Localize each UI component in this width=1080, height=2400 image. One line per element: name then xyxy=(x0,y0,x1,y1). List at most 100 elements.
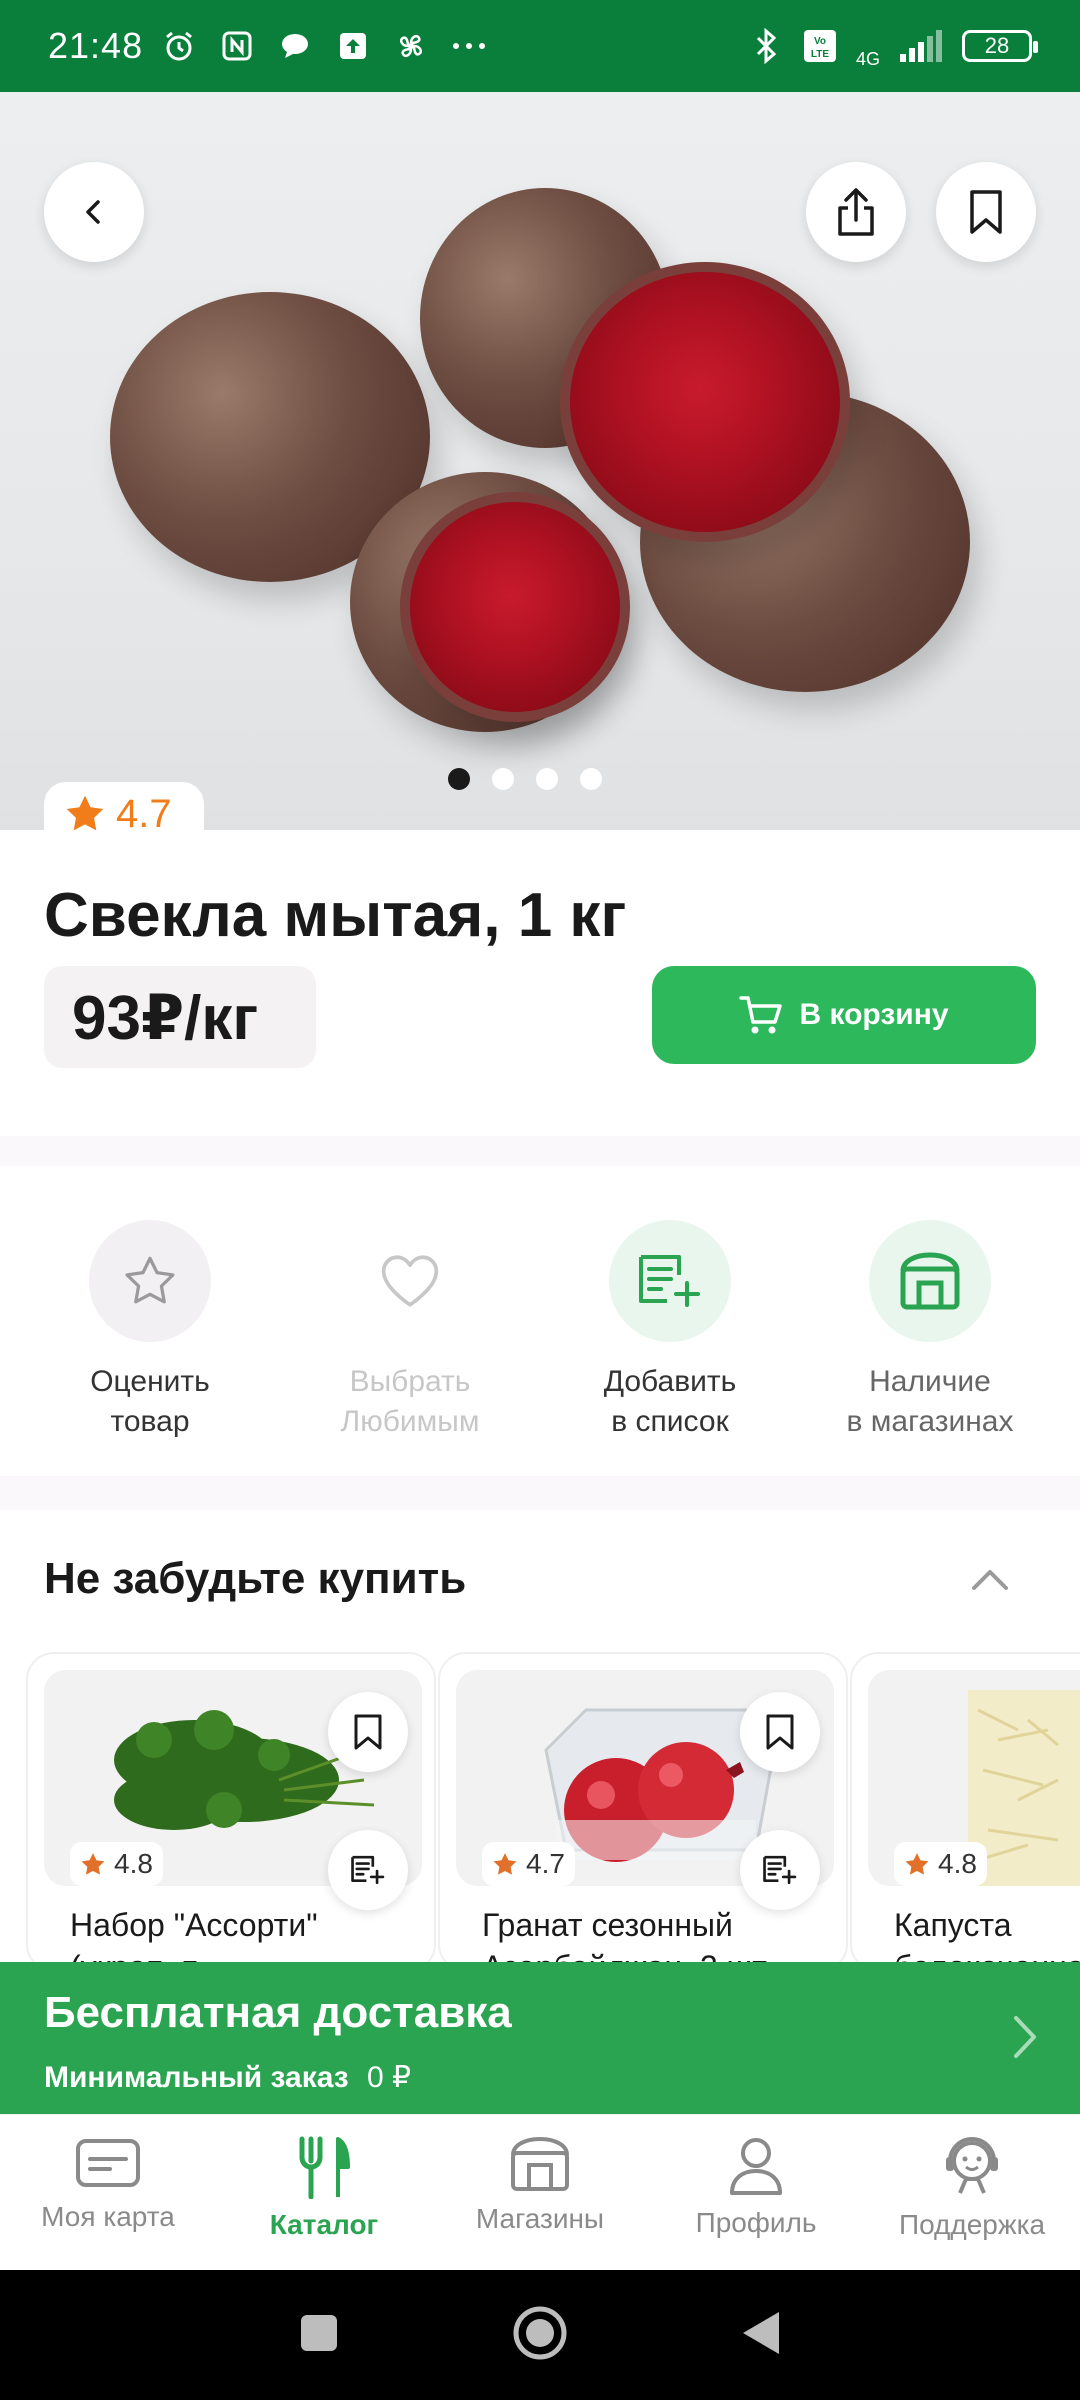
chevron-up-icon xyxy=(972,1570,1008,1590)
gallery-dot[interactable] xyxy=(492,768,514,790)
card-product-name: Гранат сезонный Азербайджан, 2 шт xyxy=(482,1907,767,1962)
store-icon xyxy=(869,1220,991,1342)
bookmark-icon xyxy=(766,1714,794,1750)
add-to-list-button[interactable] xyxy=(740,1830,820,1910)
fan-icon xyxy=(393,28,429,64)
product-price: 93₽/кг xyxy=(44,966,316,1068)
nfc-icon xyxy=(219,28,255,64)
nav-label: Каталог xyxy=(269,2209,379,2240)
list-add-icon xyxy=(763,1855,797,1885)
collapse-button[interactable] xyxy=(970,1566,1010,1597)
add-to-cart-label: В корзину xyxy=(799,998,949,1031)
star-filled-icon xyxy=(66,795,104,831)
card-rating-value: 4.8 xyxy=(938,1848,977,1879)
bookmark-icon xyxy=(970,190,1002,234)
back-button[interactable] xyxy=(44,162,144,262)
svg-text:Vo: Vo xyxy=(814,36,826,47)
triangle-back-icon xyxy=(743,2311,779,2354)
list-add-icon xyxy=(609,1220,731,1342)
chat-icon xyxy=(277,28,313,64)
card-rating: 4.8 xyxy=(70,1842,163,1886)
favorite-button[interactable]: Выбрать Любимым xyxy=(290,1200,530,1470)
support-icon xyxy=(946,2137,998,2194)
gallery-dot[interactable] xyxy=(580,768,602,790)
card-rating-value: 4.8 xyxy=(114,1848,153,1879)
nav-label: Поддержка xyxy=(898,2209,1046,2240)
list-add-icon xyxy=(351,1855,385,1885)
home-button[interactable] xyxy=(511,2304,569,2367)
profile-icon xyxy=(730,2138,782,2195)
card-product-name: Капуста белокочанная xyxy=(894,1907,1080,1962)
bookmark-button[interactable] xyxy=(936,162,1036,262)
back-system-button[interactable] xyxy=(739,2308,783,2363)
bookmark-icon xyxy=(354,1714,382,1750)
recents-button[interactable] xyxy=(297,2311,341,2360)
product-card[interactable]: 4.8 Набор "Ассорти" (укроп, п... xyxy=(26,1652,436,1962)
card-rating: 4.8 xyxy=(894,1842,987,1886)
product-card[interactable]: 4.8 Капуста белокочанная xyxy=(850,1652,1080,1962)
network-type: 4G xyxy=(855,48,880,69)
product-rating: 4.7 xyxy=(44,782,204,846)
more-notifications-icon xyxy=(451,28,487,64)
product-image-gallery[interactable] xyxy=(0,92,1080,830)
action-label: Наличие в магазинах xyxy=(846,1365,1014,1438)
star-filled-icon xyxy=(81,1852,105,1875)
share-icon xyxy=(838,188,874,236)
gallery-dot[interactable] xyxy=(448,768,470,790)
bottom-navigation: Моя карта Каталог Магазины Профиль Подде… xyxy=(0,2114,1080,2270)
bluetooth-icon xyxy=(748,28,784,64)
min-order-value: 0 ₽ xyxy=(367,2061,412,2094)
star-filled-icon xyxy=(493,1852,517,1875)
signal-icon xyxy=(898,28,944,64)
delivery-title: Бесплатная доставка xyxy=(44,1988,512,2037)
card-rating: 4.7 xyxy=(482,1842,575,1886)
product-card[interactable]: 4.7 Гранат сезонный Азербайджан, 2 шт xyxy=(438,1652,848,1962)
rating-value: 4.7 xyxy=(116,791,172,836)
divider xyxy=(0,1476,1080,1510)
gallery-dot[interactable] xyxy=(536,768,558,790)
product-title: Свекла мытая, 1 кг xyxy=(44,881,627,950)
status-bar: 21:48 Vo LTE 4G 28 xyxy=(0,0,1080,92)
store-icon xyxy=(511,2136,569,2191)
chevron-right-icon xyxy=(1010,2012,1040,2067)
nav-catalog[interactable]: Каталог xyxy=(216,2115,432,2270)
bookmark-button[interactable] xyxy=(328,1692,408,1772)
recommendation-carousel[interactable]: 4.8 Набор "Ассорти" (укроп, п... 4 xyxy=(14,1652,1080,1962)
action-label: Добавить в список xyxy=(603,1365,737,1438)
share-button[interactable] xyxy=(806,162,906,262)
square-icon xyxy=(301,2314,337,2351)
fork-knife-icon xyxy=(299,2136,350,2199)
card-product-name: Набор "Ассорти" (укроп, п... xyxy=(70,1907,318,1962)
star-filled-icon xyxy=(905,1852,929,1875)
bookmark-button[interactable] xyxy=(740,1692,820,1772)
product-actions: Оценить товар Выбрать Любимым Добавить в… xyxy=(0,1200,1080,1470)
nav-label: Моя карта xyxy=(41,2201,175,2232)
status-time: 21:48 xyxy=(48,25,144,66)
add-to-cart-button[interactable]: В корзину xyxy=(652,966,1036,1064)
battery-indicator: 28 xyxy=(962,30,1038,62)
delivery-subtitle: Минимальный заказ 0 ₽ xyxy=(44,2060,411,2095)
rate-product-button[interactable]: Оценить товар xyxy=(30,1200,270,1470)
battery-level: 28 xyxy=(984,33,1010,58)
star-icon xyxy=(89,1220,211,1342)
card-rating-value: 4.7 xyxy=(526,1848,565,1879)
chevron-left-icon xyxy=(86,200,100,224)
min-order-label: Минимальный заказ xyxy=(44,2061,349,2094)
cart-icon xyxy=(739,996,783,1034)
gallery-pagination xyxy=(448,768,602,790)
nav-profile[interactable]: Профиль xyxy=(648,2115,864,2270)
nav-stores[interactable]: Магазины xyxy=(432,2115,648,2270)
status-notification-icons xyxy=(161,28,487,64)
nav-label: Профиль xyxy=(695,2207,817,2238)
divider xyxy=(0,1136,1080,1166)
action-label: Выбрать Любимым xyxy=(340,1365,480,1438)
nav-my-card[interactable]: Моя карта xyxy=(0,2115,216,2270)
action-label: Оценить товар xyxy=(90,1365,210,1438)
nav-support[interactable]: Поддержка xyxy=(864,2115,1080,2270)
section-title: Не забудьте купить xyxy=(44,1554,467,1603)
free-delivery-banner[interactable]: Бесплатная доставка Минимальный заказ 0 … xyxy=(0,1962,1080,2114)
add-to-list-button[interactable]: Добавить в список xyxy=(550,1200,790,1470)
nav-label: Магазины xyxy=(475,2203,605,2234)
store-availability-button[interactable]: Наличие в магазинах xyxy=(810,1200,1050,1470)
add-to-list-button[interactable] xyxy=(328,1830,408,1910)
